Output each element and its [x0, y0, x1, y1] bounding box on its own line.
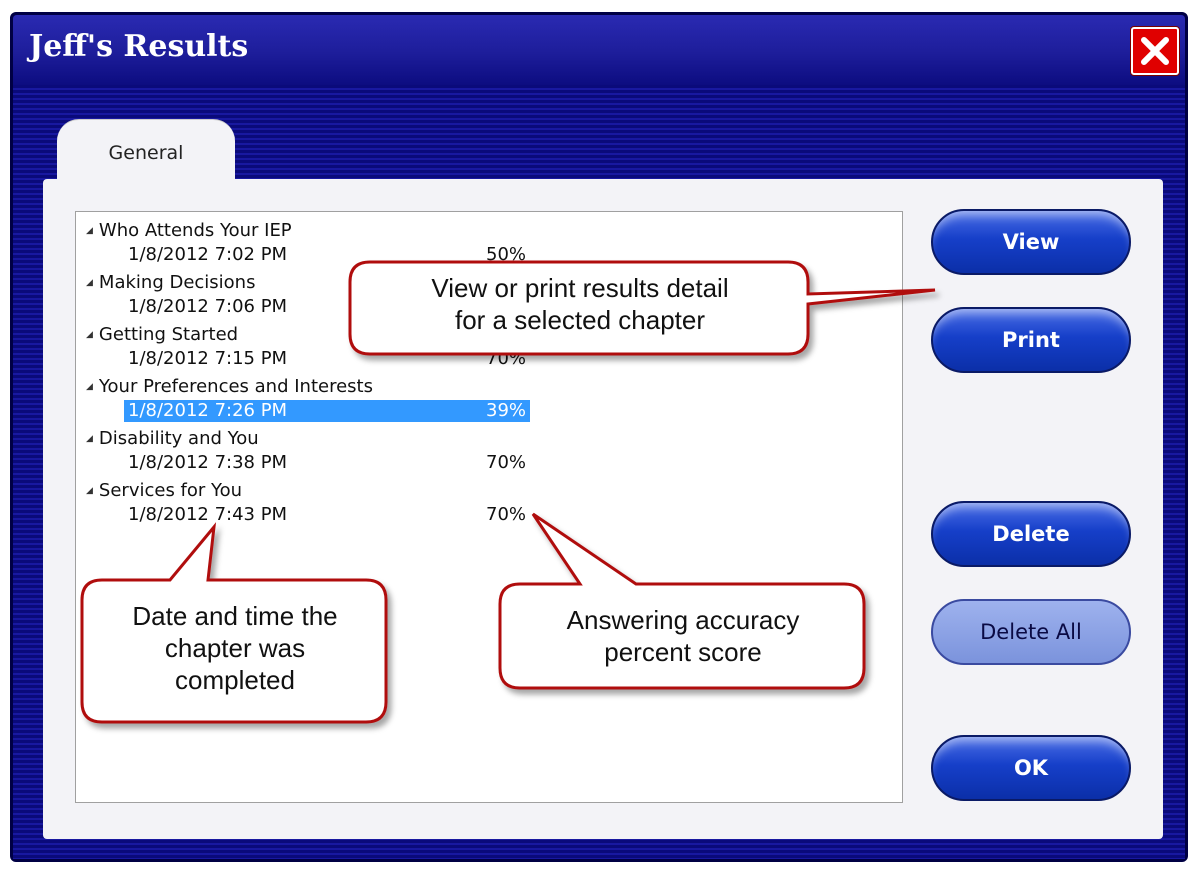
- callout-shapes: [80, 260, 936, 724]
- callout-line: Answering accuracy: [566, 605, 800, 635]
- callout-line: percent score: [604, 637, 762, 667]
- callout-line: completed: [175, 665, 295, 695]
- callout-date-time-text: Date and time the chapter was completed: [84, 600, 386, 696]
- callout-line: Date and time the: [132, 601, 338, 631]
- callout-view-print-text: View or print results detail for a selec…: [352, 272, 808, 336]
- callout-line: View or print results detail: [431, 273, 729, 303]
- callout-line: for a selected chapter: [454, 305, 706, 335]
- callout-line: chapter was: [164, 633, 306, 663]
- callout-accuracy-text: Answering accuracy percent score: [502, 604, 864, 668]
